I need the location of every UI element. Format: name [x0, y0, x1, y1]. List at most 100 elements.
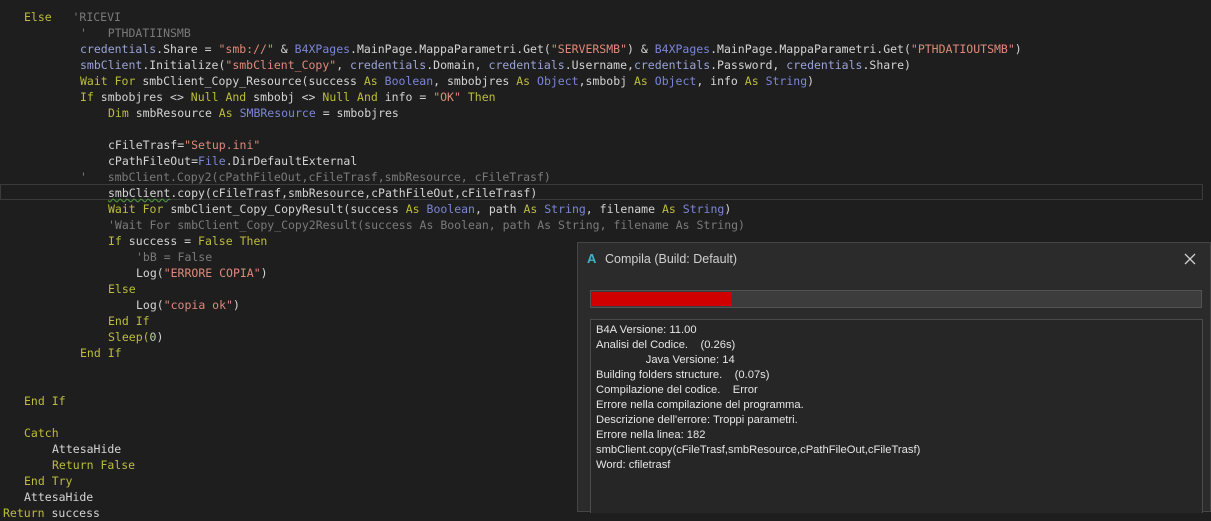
code-line: Sleep(0) [108, 329, 163, 345]
code-token: End If [80, 346, 122, 360]
code-token: , smbobjres [433, 74, 517, 88]
code-token: Dim [108, 106, 129, 120]
code-token: , [336, 58, 351, 72]
code-token: smbClient_Copy_Resource(success [135, 74, 364, 88]
code-token: "OK" [433, 90, 461, 104]
code-token: .copy(cFileTrasf,smbResource,cPathFileOu… [170, 186, 538, 200]
code-line: cFileTrasf="Setup.ini" [108, 137, 260, 153]
code-token: End If [108, 314, 150, 328]
code-token: .DirDefaultExternal [225, 154, 358, 168]
code-line: Wait For smbClient_Copy_Resource(success… [80, 73, 814, 89]
code-token: As [405, 202, 420, 216]
code-token: End If [24, 394, 66, 408]
log-line: Java Versione: 14 [596, 354, 735, 366]
code-token: Return [3, 506, 45, 520]
code-line: Dim smbResource As SMBResource = smbobjr… [108, 105, 399, 121]
code-token: .Share = [156, 42, 219, 56]
code-token: "ERRORE COPIA" [163, 266, 261, 280]
dialog-titlebar[interactable]: A Compila (Build: Default) [578, 243, 1210, 275]
code-token: As [218, 106, 233, 120]
code-line: 'bB = False [136, 249, 212, 265]
code-token: String [765, 74, 808, 88]
code-line: AttesaHide [52, 441, 121, 457]
code-line: Return success [3, 505, 100, 521]
close-button[interactable] [1170, 243, 1210, 275]
log-line: B4A Versione: 11.00 [596, 324, 697, 336]
code-line: ' PTHDATIINSMB [80, 25, 191, 41]
code-token: "smb://" [218, 42, 274, 56]
log-line: Errore nella linea: 182 [596, 429, 706, 441]
code-line: credentials.Share = "smb://" & B4XPages.… [80, 41, 1022, 57]
log-line: Analisi del Codice. (0.26s) [596, 339, 736, 351]
code-line: End Try [24, 473, 72, 489]
code-token: "SERVERSMB" [550, 42, 628, 56]
close-icon [1184, 253, 1196, 265]
code-token: Boolean [426, 202, 475, 216]
dialog-title: Compila (Build: Default) [605, 252, 737, 266]
code-token: File [198, 154, 226, 168]
code-token: ' PTHDATIINSMB [80, 26, 191, 40]
code-token: "PTHDATIOUTSMB" [910, 42, 1015, 56]
code-token: 'Wait For smbClient_Copy_Copy2Result(suc… [108, 218, 745, 232]
build-progress-fill [592, 292, 732, 306]
code-line: If smbobjres <> Null And smbobj <> Null … [80, 89, 496, 105]
code-token: smbobj <> [246, 90, 323, 104]
code-token: ) [1014, 42, 1022, 56]
code-token: smbobjres <> [93, 90, 191, 104]
code-token: Then [239, 234, 268, 248]
code-token: ) [156, 330, 164, 344]
code-token: .Username, [564, 58, 634, 72]
code-token: Else [24, 10, 52, 24]
code-token: ) & [627, 42, 655, 56]
code-token: SMBResource [239, 106, 316, 120]
code-token: AttesaHide [52, 442, 122, 456]
code-token: As [516, 74, 531, 88]
code-token: And [357, 90, 378, 104]
code-token: ) [232, 298, 240, 312]
code-token: Null [322, 90, 351, 104]
b4a-logo-icon: A [587, 251, 597, 266]
code-token: cPathFileOut= [108, 154, 199, 168]
build-log[interactable]: B4A Versione: 11.00 Analisi del Codice. (… [590, 319, 1203, 513]
code-token: Null [190, 90, 219, 104]
code-token: As [744, 74, 759, 88]
code-line: smbClient.copy(cFileTrasf,smbResource,cP… [108, 185, 537, 201]
code-token: ) [724, 202, 732, 216]
log-line: Compilazione del codice. Error [596, 384, 758, 396]
code-token: As [523, 202, 538, 216]
code-line: Wait For smbClient_Copy_CopyResult(succe… [108, 201, 731, 217]
code-token: "copia ok" [163, 298, 233, 312]
code-token: .Initialize( [142, 58, 226, 72]
code-token: B4XPages [654, 42, 711, 56]
code-token: success = [121, 234, 199, 248]
code-token: Wait For [80, 74, 136, 88]
log-line: smbClient.copy(cFileTrasf,smbResource,cP… [596, 444, 921, 456]
code-token: End Try [24, 474, 73, 488]
code-token: success [44, 506, 100, 520]
code-token: ) [807, 74, 815, 88]
log-line: Errore nella compilazione del programma. [596, 399, 804, 411]
code-token: , filename [585, 202, 662, 216]
code-token: credentials [633, 58, 711, 72]
code-token: cFileTrasf= [108, 138, 185, 152]
code-token: Wait For [108, 202, 164, 216]
code-line: End If [24, 393, 66, 409]
code-token: False [198, 234, 233, 248]
code-token: Log( [136, 298, 164, 312]
code-token: , path [474, 202, 524, 216]
code-line: Catch [24, 425, 59, 441]
code-line: Else 'RICEVI [24, 9, 121, 25]
code-token: credentials [80, 42, 157, 56]
code-token: Catch [24, 426, 59, 440]
code-token: .MainPage.MappaParametri.Get( [710, 42, 911, 56]
code-token: And [225, 90, 247, 104]
code-token: 'bB = False [136, 250, 213, 264]
code-token: ) [260, 266, 268, 280]
